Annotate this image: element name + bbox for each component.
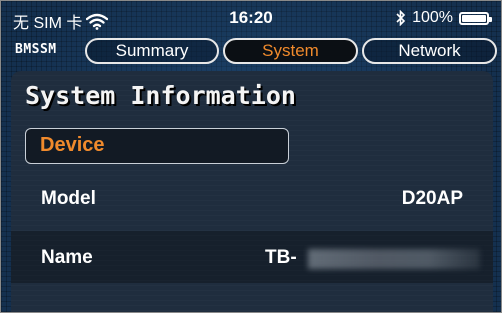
info-row-name: Name TB- bbox=[11, 231, 493, 283]
tab-network[interactable]: Network bbox=[362, 38, 497, 64]
row-label: Model bbox=[41, 188, 96, 209]
redacted-value-blur bbox=[308, 249, 480, 269]
bluetooth-icon bbox=[396, 10, 406, 26]
row-value: D20AP bbox=[401, 188, 463, 209]
tab-summary-label: Summary bbox=[115, 41, 189, 60]
app-brand: BMSSM bbox=[15, 42, 57, 57]
tab-summary[interactable]: Summary bbox=[85, 38, 219, 64]
section-header-label: Device bbox=[40, 134, 105, 156]
status-bar: 无 SIM 卡 16:20 100% bbox=[1, 1, 501, 35]
battery-percent: 100% bbox=[412, 9, 453, 26]
battery-fill bbox=[462, 14, 486, 22]
app-screen: 无 SIM 卡 16:20 100% BMSSM Summary System bbox=[0, 0, 502, 313]
tab-network-label: Network bbox=[398, 41, 461, 60]
row-value: TB- bbox=[265, 247, 297, 268]
row-label: Name bbox=[41, 247, 93, 268]
top-nav: BMSSM Summary System Network bbox=[1, 37, 501, 64]
section-header-device[interactable]: Device bbox=[25, 128, 289, 164]
battery-icon bbox=[459, 11, 492, 25]
status-right: 100% bbox=[396, 9, 492, 27]
system-info-panel: System Information Device Model D20AP Na… bbox=[11, 71, 493, 312]
info-row-model: Model D20AP bbox=[11, 172, 493, 224]
tab-system-label: System bbox=[262, 41, 319, 60]
page-title: System Information bbox=[25, 81, 296, 110]
tab-system[interactable]: System bbox=[223, 38, 358, 64]
